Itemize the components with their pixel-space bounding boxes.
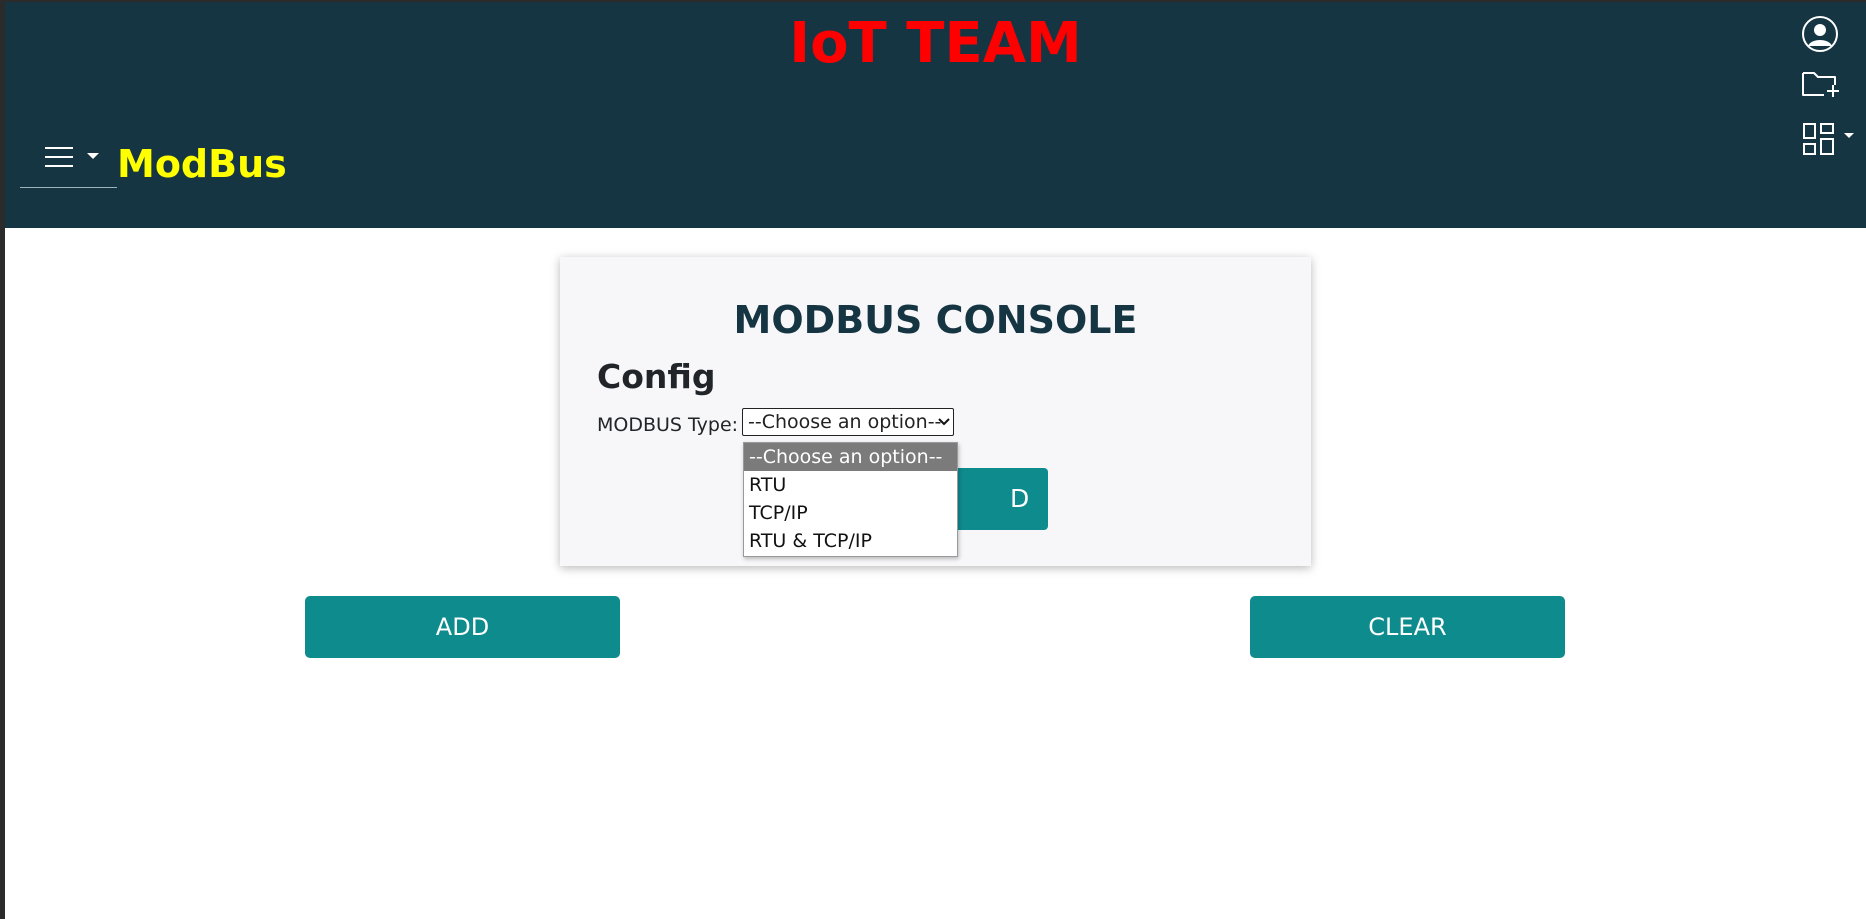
modbus-type-label: MODBUS Type: [597,414,739,436]
dropdown-option-rtu-tcp-ip[interactable]: RTU & TCP/IP [744,527,957,555]
app-window: IoT TEAM ModBus MODBUS CONSOLE Config MO… [5,2,1866,919]
menu-toggle-button[interactable] [20,137,117,188]
menu-caret-icon [87,153,99,159]
modbus-type-selected-value: --Choose an option-- [748,411,942,433]
modbus-type-dropdown[interactable]: --Choose an option-- RTU TCP/IP RTU & TC… [743,442,958,557]
layout-caret-icon[interactable] [1844,133,1854,138]
dropdown-option-tcp-ip[interactable]: TCP/IP [744,499,957,527]
console-submit-button[interactable]: D [950,468,1048,530]
add-button[interactable]: ADD [305,596,620,658]
header-bar: IoT TEAM ModBus [5,2,1866,228]
hamburger-icon [45,147,73,167]
config-heading: Config [597,357,716,396]
console-title: MODBUS CONSOLE [733,298,1138,342]
dropdown-option-choose[interactable]: --Choose an option-- [744,443,957,471]
chevron-down-icon [938,418,950,426]
brand-title: ModBus [117,142,287,186]
modbus-type-select[interactable]: --Choose an option-- [742,408,954,436]
clear-button[interactable]: CLEAR [1250,596,1565,658]
team-title: IoT TEAM [789,11,1082,76]
user-circle-icon[interactable] [1801,15,1839,53]
console-submit-button-label: D [1010,484,1030,513]
folder-add-icon[interactable] [1801,67,1841,101]
grid-layout-icon[interactable] [1802,122,1836,156]
dropdown-option-rtu[interactable]: RTU [744,471,957,499]
